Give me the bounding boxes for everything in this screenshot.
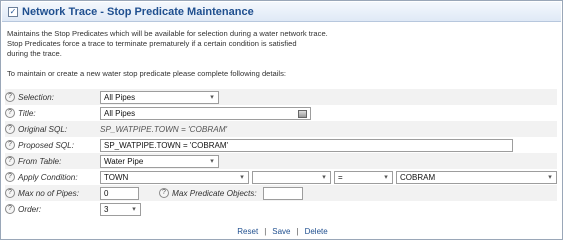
- question-icon[interactable]: ?: [5, 124, 15, 134]
- condition-operator-dropdown[interactable]: = ▾: [334, 170, 393, 184]
- order-dropdown[interactable]: 3 ▾: [100, 202, 141, 216]
- page-frame: ✓ Network Trace - Stop Predicate Mainten…: [0, 0, 563, 240]
- selection-label: Selection:: [18, 92, 54, 102]
- proposed-sql-input[interactable]: SP_WATPIPE.TOWN = 'COBRAM': [100, 138, 513, 152]
- original-sql-label: Original SQL:: [18, 124, 68, 134]
- original-sql-row: ? Original SQL: SP_WATPIPE.TOWN = 'COBRA…: [5, 121, 557, 137]
- title-bar: ✓ Network Trace - Stop Predicate Mainten…: [2, 2, 561, 22]
- max-objects-input[interactable]: [262, 186, 303, 200]
- save-link[interactable]: Save: [272, 227, 290, 236]
- question-icon[interactable]: ?: [5, 92, 15, 102]
- question-icon[interactable]: ?: [159, 188, 169, 198]
- selection-dropdown[interactable]: All Pipes ▾: [100, 90, 219, 104]
- max-row: ? Max no of Pipes: 0 ? Max Predicate Obj…: [5, 185, 557, 201]
- order-label: Order:: [18, 204, 42, 214]
- question-icon[interactable]: ?: [5, 204, 15, 214]
- question-icon[interactable]: ?: [5, 156, 15, 166]
- condition-value: COBRAM: [400, 172, 436, 182]
- chevron-down-icon: ▾: [210, 93, 214, 101]
- question-icon[interactable]: ?: [5, 188, 15, 198]
- delete-link[interactable]: Delete: [305, 227, 328, 236]
- description: Maintains the Stop Predicates which will…: [7, 29, 557, 79]
- apply-condition-row: ? Apply Condition: TOWN ▾ ▾ = ▾ COBRAM ▾: [5, 169, 557, 185]
- proposed-sql-value: SP_WATPIPE.TOWN = 'COBRAM': [104, 140, 229, 150]
- separator: |: [296, 227, 299, 236]
- max-pipes-value: 0: [104, 188, 109, 198]
- from-table-dropdown[interactable]: Water Pipe ▾: [100, 154, 219, 168]
- question-icon[interactable]: ?: [5, 172, 15, 182]
- order-row: ? Order: 3 ▾: [5, 201, 557, 217]
- from-table-row: ? From Table: Water Pipe ▾: [5, 153, 557, 169]
- condition-operator-value: =: [338, 172, 343, 182]
- description-line: Stop Predicates force a trace to termina…: [7, 39, 297, 48]
- max-objects-label: Max Predicate Objects:: [172, 188, 257, 198]
- selection-value: All Pipes: [104, 92, 136, 102]
- max-pipes-input[interactable]: 0: [100, 186, 139, 200]
- page-title: Network Trace - Stop Predicate Maintenan…: [22, 5, 254, 18]
- checkbox-icon[interactable]: ✓: [8, 6, 18, 17]
- chevron-down-icon: ▾: [132, 205, 136, 213]
- apply-condition-label: Apply Condition:: [18, 172, 78, 182]
- title-label: Title:: [18, 108, 36, 118]
- chevron-down-icon: ▾: [548, 173, 552, 181]
- reset-link[interactable]: Reset: [237, 227, 258, 236]
- condition-value-dropdown[interactable]: COBRAM ▾: [396, 170, 557, 184]
- title-value: All Pipes: [104, 108, 136, 118]
- original-sql-value: SP_WATPIPE.TOWN = 'COBRAM': [100, 124, 228, 134]
- proposed-sql-label: Proposed SQL:: [18, 140, 74, 150]
- proposed-sql-row: ? Proposed SQL: SP_WATPIPE.TOWN = 'COBRA…: [5, 137, 557, 153]
- order-value: 3: [104, 204, 109, 214]
- description-line: Maintains the Stop Predicates which will…: [7, 29, 328, 38]
- lookup-icon[interactable]: [298, 109, 307, 118]
- from-table-value: Water Pipe: [104, 156, 144, 166]
- question-icon[interactable]: ?: [5, 108, 15, 118]
- title-input[interactable]: All Pipes: [100, 106, 311, 120]
- from-table-label: From Table:: [18, 156, 62, 166]
- condition-field-dropdown[interactable]: TOWN ▾: [100, 170, 249, 184]
- description-line: during the trace.: [7, 49, 62, 58]
- chevron-down-icon: ▾: [210, 157, 214, 165]
- separator: |: [264, 227, 267, 236]
- chevron-down-icon: ▾: [384, 173, 388, 181]
- footer-actions: Reset | Save | Delete: [1, 227, 563, 236]
- chevron-down-icon: ▾: [240, 173, 244, 181]
- condition-second-dropdown[interactable]: ▾: [252, 170, 331, 184]
- description-line: To maintain or create a new water stop p…: [7, 69, 287, 78]
- question-icon[interactable]: ?: [5, 140, 15, 150]
- max-pipes-label: Max no of Pipes:: [18, 188, 79, 198]
- title-row: ? Title: All Pipes: [5, 105, 557, 121]
- condition-field-value: TOWN: [104, 172, 129, 182]
- chevron-down-icon: ▾: [322, 173, 326, 181]
- selection-row: ? Selection: All Pipes ▾: [5, 89, 557, 105]
